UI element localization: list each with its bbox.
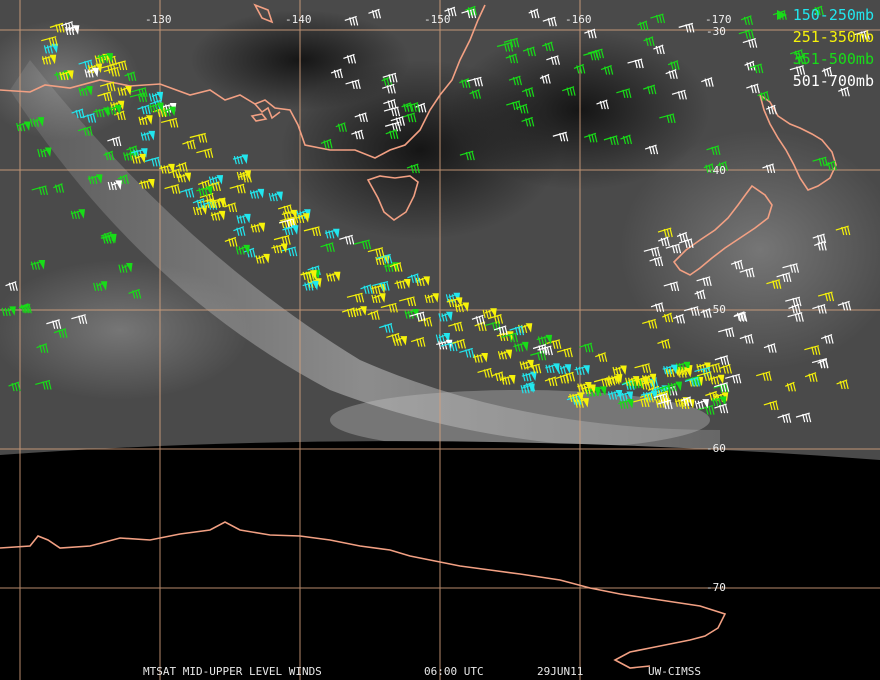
lon-label: -150 bbox=[424, 13, 451, 26]
data-source: UW-CIMSS bbox=[648, 665, 701, 678]
legend-item: 501-700mb bbox=[777, 70, 874, 92]
lat-label: -60 bbox=[706, 442, 726, 455]
legend-item: 150-250mb bbox=[776, 4, 874, 26]
lat-label: -40 bbox=[706, 164, 726, 177]
water-vapor-satellite-map bbox=[0, 0, 880, 680]
lon-label: -140 bbox=[285, 13, 312, 26]
observation-date: 29JUN11 bbox=[537, 665, 584, 678]
lon-label: -160 bbox=[565, 13, 592, 26]
legend-label: 251-350mb bbox=[792, 28, 874, 46]
lat-label: -30 bbox=[706, 25, 726, 38]
lon-label: -130 bbox=[145, 13, 172, 26]
pressure-level-legend: 150-250mb 251-350mb 351-500mb 501-700mb bbox=[776, 4, 874, 92]
lat-label: -70 bbox=[706, 581, 726, 594]
observation-time: 06:00 UTC bbox=[424, 665, 484, 678]
legend-label: 351-500mb bbox=[792, 50, 874, 68]
legend-label: 501-700mb bbox=[792, 72, 874, 90]
wind-barb-flag-icon bbox=[776, 10, 787, 20]
legend-label: 150-250mb bbox=[792, 6, 874, 24]
legend-item: 251-350mb bbox=[777, 26, 874, 48]
lat-label: -50 bbox=[706, 303, 726, 316]
image-caption: MTSAT MID-UPPER LEVEL WINDS 06:00 UTC 29… bbox=[0, 666, 880, 678]
product-name: MTSAT MID-UPPER LEVEL WINDS bbox=[143, 665, 322, 678]
legend-item: 351-500mb bbox=[777, 48, 874, 70]
